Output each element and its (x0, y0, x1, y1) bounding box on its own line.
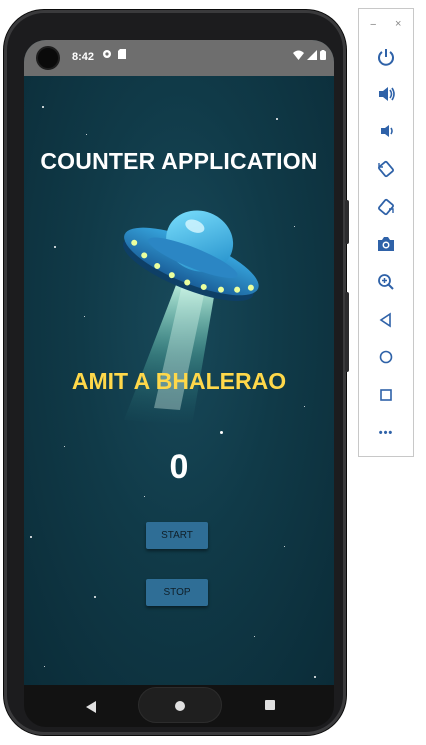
status-notification-icons (102, 49, 127, 62)
battery-icon (320, 50, 326, 63)
start-button[interactable]: START (146, 522, 208, 549)
status-time: 8:42 (72, 51, 95, 63)
zoom-icon[interactable] (372, 268, 400, 296)
nav-recents-icon[interactable] (265, 700, 275, 710)
counter-value: 0 (169, 448, 189, 486)
gear-icon (102, 49, 112, 62)
star (284, 546, 285, 547)
stop-button[interactable]: STOP (146, 579, 208, 606)
camera-icon[interactable] (372, 230, 400, 258)
more-icon[interactable]: ••• (372, 419, 400, 447)
star (30, 536, 32, 538)
home-icon[interactable] (372, 343, 400, 371)
phone-power-button (345, 200, 349, 244)
author-name: AMIT A BHALERAO (71, 368, 287, 394)
minimize-icon[interactable]: − (370, 19, 376, 31)
wifi-icon (293, 50, 304, 63)
star (276, 118, 278, 120)
power-icon[interactable] (372, 43, 400, 71)
star (314, 676, 316, 678)
navigation-bar (24, 685, 334, 727)
phone-frame: 8:42 COUNTER APPLICATION AMIT A BHALERAO… (4, 10, 349, 735)
star (254, 636, 255, 637)
emulator-toolbar: − × ••• (358, 8, 414, 457)
volume-down-icon[interactable] (372, 117, 400, 145)
star (86, 134, 87, 135)
overview-icon[interactable] (372, 381, 400, 409)
close-icon[interactable]: × (395, 18, 401, 30)
phone-screen: 8:42 COUNTER APPLICATION AMIT A BHALERAO… (24, 40, 334, 685)
sd-card-icon (118, 49, 127, 62)
rotate-right-icon[interactable] (372, 193, 400, 221)
volume-up-icon[interactable] (372, 80, 400, 108)
nav-back-icon[interactable] (86, 700, 96, 718)
star (44, 666, 45, 667)
star (42, 106, 44, 108)
star (304, 406, 305, 407)
star (294, 226, 295, 227)
star (144, 496, 145, 497)
status-system-icons (293, 50, 326, 63)
front-camera (36, 46, 60, 70)
more-icon-glyph: ••• (378, 427, 394, 439)
ufo-illustration (123, 210, 259, 425)
star (54, 246, 56, 248)
phone-volume-button (345, 292, 349, 372)
rotate-left-icon[interactable] (372, 155, 400, 183)
status-bar: 8:42 (24, 40, 334, 76)
star (94, 596, 96, 598)
signal-icon (307, 50, 317, 63)
nav-home-icon[interactable] (175, 701, 185, 711)
star (64, 446, 65, 447)
app-title: COUNTER APPLICATION (40, 148, 318, 174)
back-icon[interactable] (372, 306, 400, 334)
